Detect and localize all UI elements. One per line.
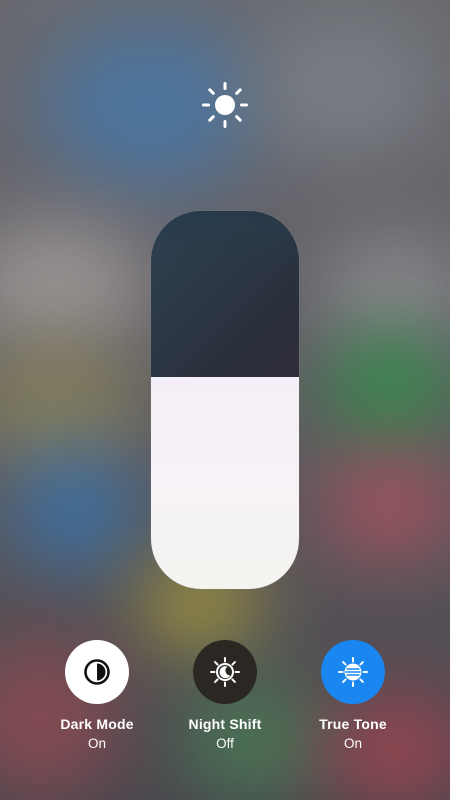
true-tone-state: On (343, 736, 362, 751)
dark-mode-control: Dark Mode On (37, 640, 157, 752)
dark-mode-icon (84, 659, 110, 685)
brightness-fill (151, 377, 299, 589)
night-shift-icon (210, 657, 240, 687)
brightness-sun-icon (202, 82, 248, 128)
dark-mode-button[interactable] (65, 640, 129, 704)
night-shift-button[interactable] (193, 640, 257, 704)
night-shift-control: Night Shift Off (165, 640, 285, 752)
true-tone-icon (338, 657, 368, 687)
night-shift-label: Night Shift (188, 716, 262, 732)
brightness-slider[interactable] (151, 211, 299, 589)
dark-mode-state: On (87, 736, 106, 751)
true-tone-button[interactable] (321, 640, 385, 704)
true-tone-label: True Tone (319, 716, 387, 732)
true-tone-control: True Tone On (293, 640, 413, 752)
dark-mode-label: Dark Mode (60, 716, 134, 732)
night-shift-state: Off (216, 736, 234, 751)
